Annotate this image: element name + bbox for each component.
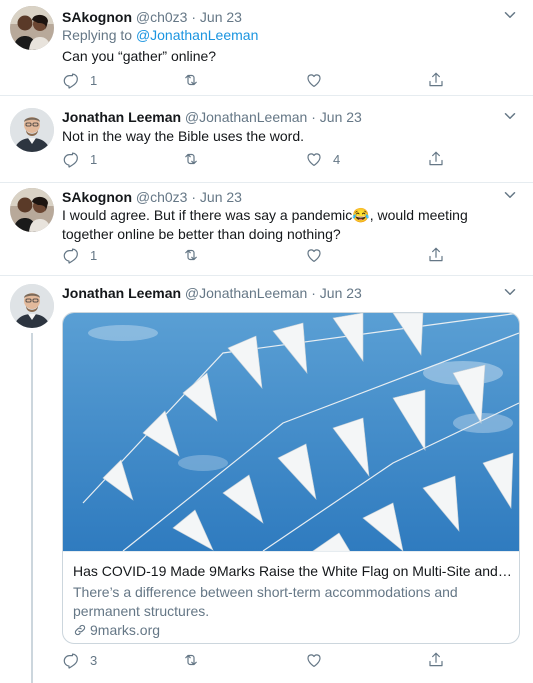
- retweet-button[interactable]: [182, 246, 200, 264]
- share-button[interactable]: [427, 71, 445, 89]
- tweet[interactable]: SAkognon @ch0z3 · Jun 23 Replying to @Jo…: [0, 0, 533, 95]
- card-domain-row: 9marks.org: [73, 622, 160, 638]
- reply-icon: [62, 651, 80, 669]
- share-button[interactable]: [427, 651, 445, 669]
- tweet[interactable]: Jonathan Leeman @JonathanLeeman · Jun 23…: [0, 96, 533, 182]
- heart-icon: [305, 246, 323, 264]
- share-button[interactable]: [427, 246, 445, 264]
- heart-icon: [305, 651, 323, 669]
- reply-icon: [62, 246, 80, 264]
- tweet[interactable]: SAkognon @ch0z3 · Jun 23 I would agree. …: [0, 183, 533, 275]
- retweet-button[interactable]: [182, 150, 200, 168]
- heart-icon: [305, 71, 323, 89]
- chevron-down-icon[interactable]: [501, 6, 519, 29]
- like-button[interactable]: [305, 246, 323, 264]
- share-button[interactable]: [427, 150, 445, 168]
- retweet-icon: [182, 71, 200, 89]
- like-button[interactable]: [305, 71, 323, 89]
- share-icon: [427, 246, 445, 264]
- reply-count: 1: [90, 151, 98, 167]
- like-button[interactable]: 4: [305, 150, 340, 168]
- card-title[interactable]: Has COVID-19 Made 9Marks Raise the White…: [73, 563, 513, 579]
- separator: ·: [191, 9, 197, 25]
- display-name[interactable]: SAkognon: [62, 9, 132, 25]
- separator: ·: [311, 109, 316, 125]
- replying-to: Replying to @JonathanLeeman: [62, 27, 258, 43]
- tweet-date[interactable]: Jun 23: [200, 9, 242, 25]
- user-handle[interactable]: @JonathanLeeman: [185, 285, 307, 301]
- retweet-icon: [182, 150, 200, 168]
- tweet-header: Jonathan Leeman @JonathanLeeman · Jun 23: [62, 284, 362, 302]
- like-button[interactable]: [305, 651, 323, 669]
- user-handle[interactable]: @ch0z3: [136, 189, 188, 205]
- share-icon: [427, 150, 445, 168]
- chevron-down-icon[interactable]: [501, 283, 519, 306]
- reply-button[interactable]: 1: [62, 150, 97, 168]
- card-domain: 9marks.org: [90, 622, 161, 638]
- tweet-text: Can you “gather” online?: [62, 48, 217, 64]
- tweet-actions: 1: [62, 71, 502, 93]
- reply-count: 3: [90, 652, 98, 668]
- tweet-header: SAkognon @ch0z3 · Jun 23: [62, 8, 242, 26]
- avatar[interactable]: [10, 188, 54, 232]
- avatar[interactable]: [10, 284, 54, 328]
- reply-icon: [62, 150, 80, 168]
- display-name[interactable]: Jonathan Leeman: [62, 285, 181, 301]
- retweet-icon: [182, 651, 200, 669]
- link-card[interactable]: Has COVID-19 Made 9Marks Raise the White…: [62, 312, 520, 644]
- reply-button[interactable]: 1: [62, 71, 97, 89]
- tweet-date[interactable]: Jun 23: [200, 189, 242, 205]
- card-body: Has COVID-19 Made 9Marks Raise the White…: [63, 551, 519, 643]
- retweet-button[interactable]: [182, 651, 200, 669]
- user-handle[interactable]: @JonathanLeeman: [185, 109, 307, 125]
- tweet-header: Jonathan Leeman @JonathanLeeman · Jun 23: [62, 108, 362, 126]
- user-handle[interactable]: @ch0z3: [136, 9, 188, 25]
- avatar[interactable]: [10, 6, 54, 50]
- card-description: There’s a difference between short-term …: [73, 584, 458, 619]
- reply-icon: [62, 71, 80, 89]
- tweet-actions: 1: [62, 246, 502, 268]
- avatar[interactable]: [10, 108, 54, 152]
- replying-to-prefix: Replying to: [62, 27, 133, 43]
- tweet-text: I would agree. But if there was say a pa…: [62, 207, 468, 242]
- like-count: 4: [333, 151, 341, 167]
- tweet-date[interactable]: Jun 23: [320, 285, 362, 301]
- share-icon: [427, 71, 445, 89]
- tweet-header: SAkognon @ch0z3 · Jun 23: [62, 188, 242, 206]
- display-name[interactable]: SAkognon: [62, 189, 132, 205]
- tweet-date[interactable]: Jun 23: [320, 109, 362, 125]
- tweet-actions: 1 4: [62, 150, 502, 172]
- reply-button[interactable]: 1: [62, 246, 97, 264]
- display-name[interactable]: Jonathan Leeman: [62, 109, 181, 125]
- separator: ·: [311, 285, 316, 301]
- reply-count: 1: [90, 247, 98, 263]
- retweet-icon: [182, 246, 200, 264]
- card-image: [63, 313, 519, 551]
- link-icon: [73, 623, 87, 637]
- share-icon: [427, 651, 445, 669]
- replying-to-link[interactable]: @JonathanLeeman: [136, 27, 258, 43]
- heart-icon: [305, 150, 323, 168]
- retweet-button[interactable]: [182, 71, 200, 89]
- separator: ·: [191, 189, 197, 205]
- reply-button[interactable]: 3: [62, 651, 97, 669]
- tweet-actions: 3: [62, 651, 502, 673]
- tweet-text: Not in the way the Bible uses the word.: [62, 128, 305, 144]
- reply-count: 1: [90, 72, 98, 88]
